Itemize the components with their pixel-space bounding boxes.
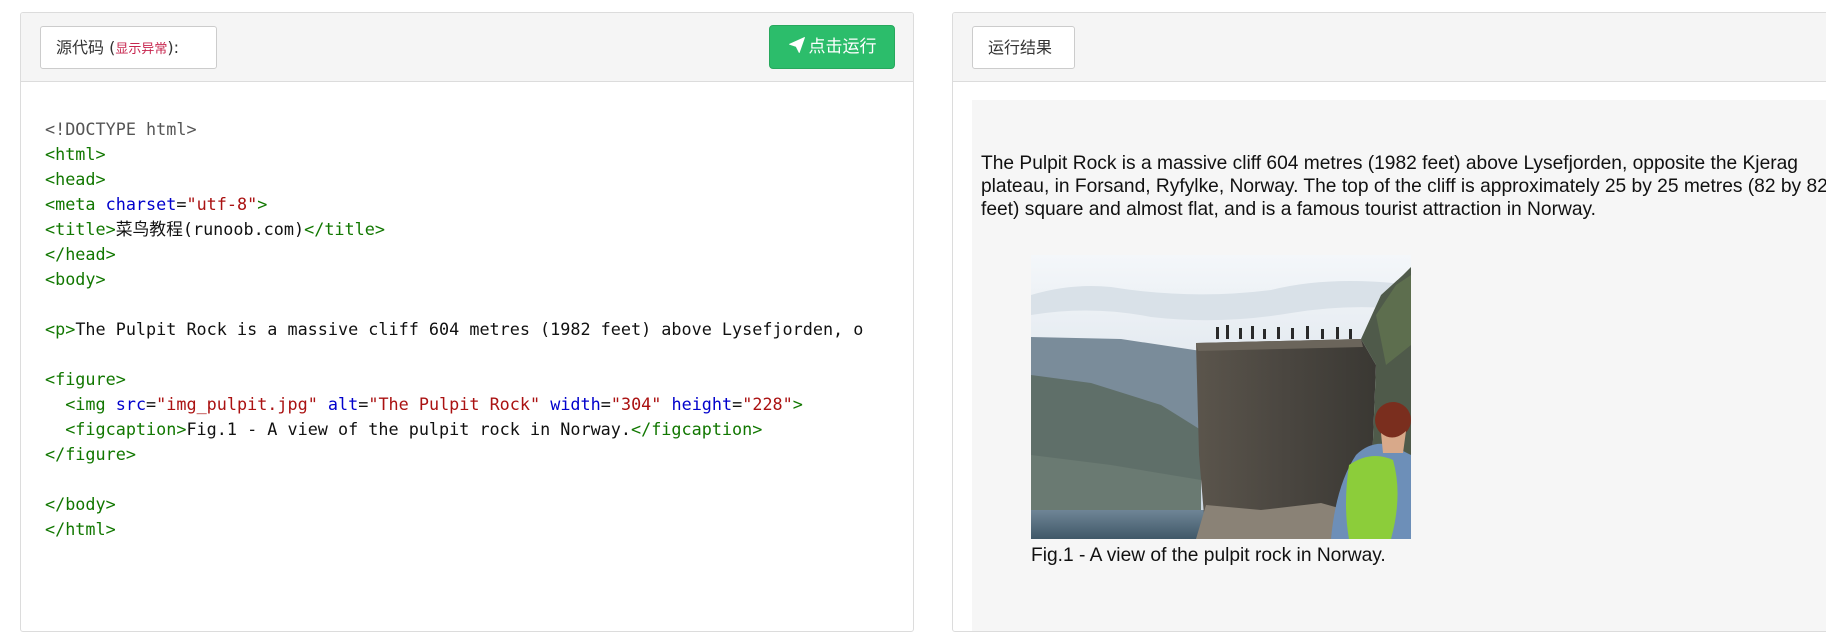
code-token: </title>: [304, 219, 385, 239]
code-line: </head>: [45, 242, 863, 267]
run-result-label[interactable]: 运行结果: [972, 26, 1075, 69]
code-token: src: [115, 394, 147, 414]
code-line: <meta charset="utf-8">: [45, 192, 863, 217]
code-line: <p>The Pulpit Rock is a massive cliff 60…: [45, 317, 863, 342]
code-token: width: [550, 394, 601, 414]
code-token: 菜鸟教程(runoob.com): [115, 219, 305, 239]
paper-plane-icon: [788, 37, 805, 53]
result-figure: Fig.1 - A view of the pulpit rock in Nor…: [1031, 255, 1411, 567]
code-token: </head>: [45, 244, 116, 264]
code-token: "The Pulpit Rock": [368, 394, 541, 414]
code-token: <head>: [45, 169, 106, 189]
figure-caption: Fig.1 - A view of the pulpit rock in Nor…: [1031, 545, 1386, 566]
source-code-panel: 源代码 (显示异常): 点击运行 <!DOCTYPE html> <html> <h…: [20, 12, 914, 632]
code-line: </body>: [45, 492, 863, 517]
code-token: "304": [610, 394, 662, 414]
source-panel-header: 源代码 (显示异常): 点击运行: [21, 13, 913, 82]
code-token: <html>: [45, 144, 106, 164]
code-token: alt: [327, 394, 359, 414]
code-token: "img_pulpit.jpg": [156, 394, 318, 414]
source-code-label[interactable]: 源代码 (显示异常):: [40, 26, 217, 69]
code-token: </figure>: [45, 444, 136, 464]
result-panel: 运行结果 The Pulpit Rock is a massive cliff …: [952, 12, 1826, 632]
code-line: <figure>: [45, 367, 863, 392]
code-token: =: [146, 394, 157, 414]
result-panel-header: 运行结果: [953, 13, 1826, 82]
show-error-link[interactable]: 显示异常: [115, 42, 167, 57]
code-token: =: [600, 394, 611, 414]
code-token: </body>: [45, 494, 116, 514]
code-token: <title>: [45, 219, 116, 239]
code-token: The Pulpit Rock is a massive cliff 604 m…: [75, 319, 864, 339]
code-token: "utf-8": [186, 194, 258, 214]
pulpit-rock-image: [1031, 255, 1411, 539]
result-paragraph: The Pulpit Rock is a massive cliff 604 m…: [981, 153, 1826, 220]
code-line: </html>: [45, 517, 863, 542]
code-token: height: [671, 394, 733, 414]
result-frame: The Pulpit Rock is a massive cliff 604 m…: [972, 100, 1826, 631]
code-token: >: [257, 194, 268, 214]
code-token: <img: [45, 394, 116, 414]
run-button[interactable]: 点击运行: [769, 25, 895, 69]
code-token: =: [358, 394, 369, 414]
code-token: =: [732, 394, 743, 414]
run-button-label: 点击运行: [808, 37, 877, 57]
code-token: <meta: [45, 194, 106, 214]
code-line: <!DOCTYPE html>: [45, 117, 863, 142]
code-line: <img src="img_pulpit.jpg" alt="The Pulpi…: [45, 392, 863, 417]
code-token: =: [176, 194, 187, 214]
code-token: >: [792, 394, 803, 414]
code-line: </figure>: [45, 442, 863, 467]
code-token: <figcaption>: [45, 419, 187, 439]
source-label-suffix: ):: [167, 38, 179, 57]
code-token: Fig.1 - A view of the pulpit rock in Nor…: [186, 419, 631, 439]
code-editor[interactable]: <!DOCTYPE html> <html> <head> <meta charset…: [45, 117, 863, 542]
source-label-text: 源代码 (: [56, 38, 116, 57]
code-line: <title>菜鸟教程(runoob.com)</title>: [45, 217, 863, 242]
code-token: <!DOCTYPE html>: [45, 119, 197, 139]
code-token: <p>: [45, 319, 76, 339]
code-token: <body>: [45, 269, 106, 289]
code-token: "228": [742, 394, 793, 414]
code-line: <html>: [45, 142, 863, 167]
code-token: </figcaption>: [631, 419, 763, 439]
code-line: <head>: [45, 167, 863, 192]
code-line: <figcaption>Fig.1 - A view of the pulpit…: [45, 417, 863, 442]
code-token: <figure>: [45, 369, 126, 389]
code-line: <body>: [45, 267, 863, 292]
code-token: charset: [105, 194, 177, 214]
code-token: </html>: [45, 519, 116, 539]
